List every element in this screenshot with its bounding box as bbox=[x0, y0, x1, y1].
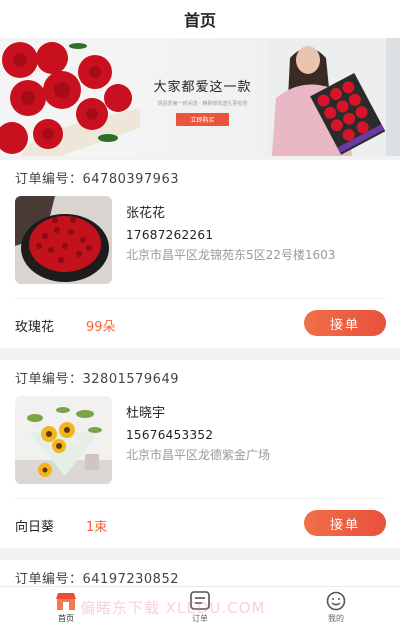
tab-orders[interactable]: 订单 bbox=[170, 591, 230, 624]
product-quantity: 1束 bbox=[86, 520, 108, 535]
smiley-icon bbox=[326, 591, 346, 611]
promo-banner[interactable]: 大家都爱这一款 情侣爱第一时间选 · 精致鲜花送礼更有范 立即购买 bbox=[0, 38, 400, 156]
tab-label: 首页 bbox=[58, 614, 74, 623]
customer-name: 杜晓宇 bbox=[126, 406, 166, 421]
banner-copy: 大家都爱这一款 情侣爱第一时间选 · 精致鲜花送礼更有范 立即购买 bbox=[140, 76, 265, 126]
banner-headline: 大家都爱这一款 bbox=[153, 80, 252, 95]
customer-address: 北京市昌平区龙德紫金广场 bbox=[126, 448, 271, 462]
accept-order-button[interactable]: 接单 bbox=[304, 310, 386, 336]
order-card[interactable]: 订单编号：32801579649 杜晓宇 15676453352 北京市昌平区龙… bbox=[0, 360, 400, 548]
order-number: 订单编号：64780397963 bbox=[15, 172, 179, 187]
product-thumbnail-sunflowers bbox=[15, 396, 112, 484]
document-icon bbox=[190, 591, 210, 610]
product-thumbnail-roses bbox=[15, 196, 112, 284]
page-title: 首页 bbox=[183, 11, 216, 30]
order-card[interactable]: 订单编号：64780397963 张花花 17687262261 北京市昌平区龙… bbox=[0, 160, 400, 348]
customer-phone: 17687262261 bbox=[126, 228, 214, 242]
accept-order-button[interactable]: 接单 bbox=[304, 510, 386, 536]
tab-label: 订单 bbox=[192, 614, 208, 623]
top-bar: 首页 bbox=[0, 0, 400, 38]
order-number: 订单编号：64197230852 bbox=[15, 572, 179, 587]
roses-image bbox=[0, 38, 140, 156]
banner-subtext: 情侣爱第一时间选 · 精致鲜花送礼更有范 bbox=[157, 101, 248, 107]
bottom-tab-bar: 首页 订单 我的 偏睹东下载 XLEDU.COM bbox=[0, 586, 400, 628]
product-name: 玫瑰花 bbox=[15, 320, 55, 335]
tab-home[interactable]: 首页 bbox=[36, 591, 96, 624]
shop-icon bbox=[56, 593, 76, 610]
tab-label: 我的 bbox=[328, 614, 344, 623]
buy-now-button[interactable]: 立即购买 bbox=[176, 113, 229, 126]
product-name: 向日葵 bbox=[15, 520, 55, 535]
order-number: 订单编号：32801579649 bbox=[15, 372, 179, 387]
tab-mine[interactable]: 我的 bbox=[306, 591, 366, 624]
customer-phone: 15676453352 bbox=[126, 428, 214, 442]
gift-box-photo bbox=[268, 38, 400, 156]
divider bbox=[15, 498, 385, 499]
product-quantity: 99朵 bbox=[86, 320, 116, 335]
customer-address: 北京市昌平区龙锦苑东5区22号楼1603 bbox=[126, 248, 336, 262]
customer-name: 张花花 bbox=[126, 206, 166, 221]
divider bbox=[15, 298, 385, 299]
